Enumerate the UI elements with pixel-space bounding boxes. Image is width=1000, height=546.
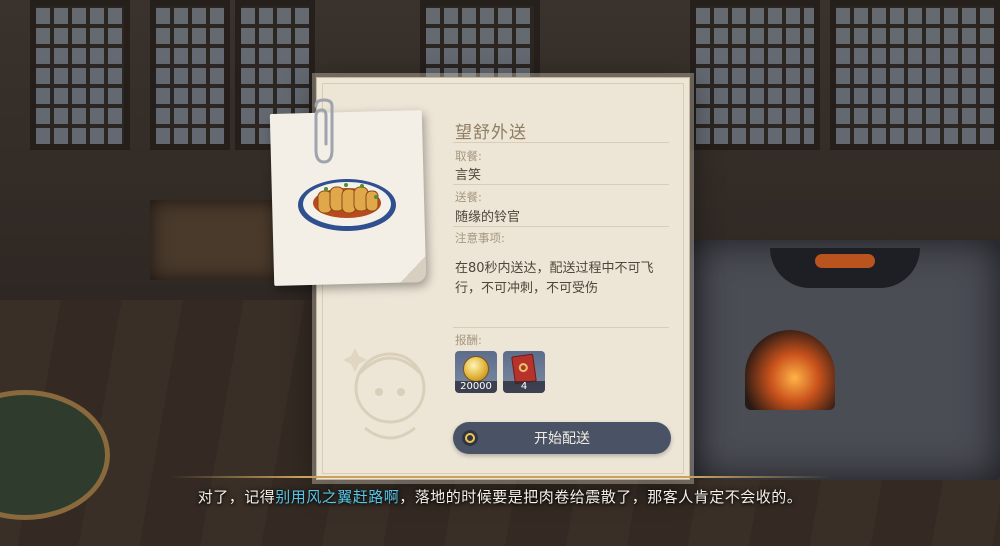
subtitle-prefix: 对了，记得 [197,488,276,506]
deliver-label: 送餐: [455,190,482,204]
stove-fire [745,330,835,410]
deliver-value: 随缘的铃官 [455,210,521,225]
reward-quantity: 4 [503,381,545,393]
mora-coin-icon [463,356,489,382]
divider [453,226,669,227]
wok-food [815,254,875,268]
start-delivery-button[interactable]: 开始配送 [453,422,671,454]
dialogue-subtitle: 对了，记得别用风之翼赶路啊，落地的时候要是把肉卷给震散了，那客人肯定不会收的。 [0,486,1000,507]
rewards-label: 报酬: [455,333,482,347]
mascot-watermark-icon [343,348,426,440]
subtitle-suffix: ，落地的时候要是把肉卷给震散了，那客人肯定不会收的。 [399,488,803,506]
background-window [830,0,1000,150]
subtitle-divider [170,476,830,478]
background-window [30,0,130,150]
notes-text: 在80秒内送达，配送过程中不可飞行，不可冲刺，不可受伤 [455,261,654,296]
rewards-list: 20000 4 [455,351,545,393]
background-window [150,0,230,150]
pickup-label: 取餐: [455,149,482,163]
divider [453,184,669,185]
panel-title: 望舒外送 [455,123,527,143]
confirm-ring-icon [462,430,478,446]
red-card-icon [511,353,537,385]
paperclip-icon [314,98,334,164]
divider [453,142,669,143]
meat-roll-dish-icon [298,179,396,231]
background-window [690,0,820,150]
divider [453,327,669,328]
start-delivery-label: 开始配送 [534,431,590,447]
notes-label: 注意事项: [455,231,505,245]
reward-item-mora[interactable]: 20000 [455,351,497,393]
pickup-value: 言笑 [455,168,482,183]
food-shelf [150,200,280,280]
subtitle-highlight: 别用风之翼赶路啊 [275,488,400,506]
reward-item-card[interactable]: 4 [503,351,545,393]
reward-quantity: 20000 [455,381,497,393]
